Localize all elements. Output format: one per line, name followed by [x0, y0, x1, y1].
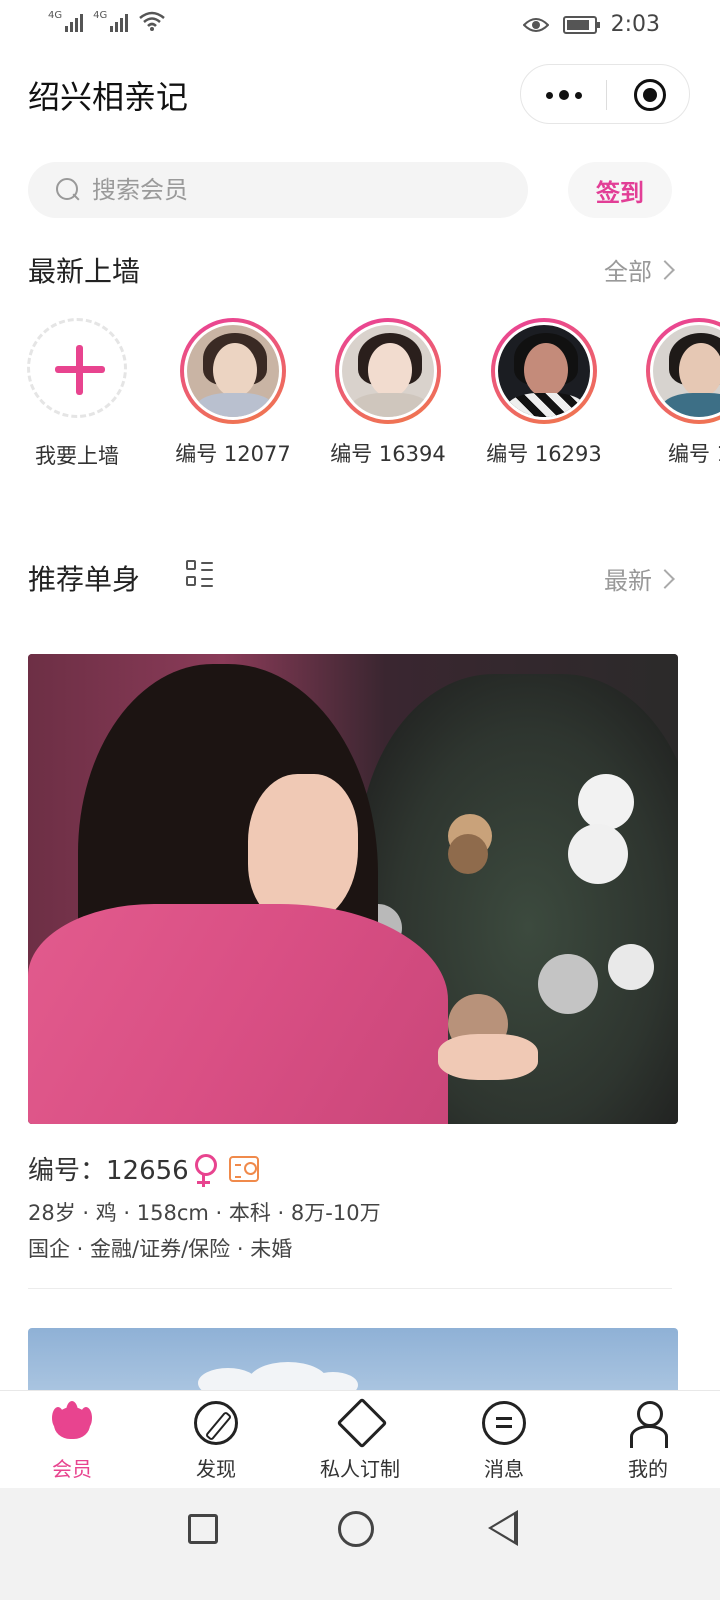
wifi-icon	[139, 11, 166, 31]
dot-icon	[558, 90, 569, 100]
search-input[interactable]	[92, 176, 472, 204]
wall-avatar-item[interactable]: 编号 16293	[474, 318, 614, 468]
recommend-title: 推荐单身	[28, 563, 141, 596]
member-photo[interactable]	[28, 654, 678, 1124]
dot-icon	[574, 91, 582, 99]
avatar	[491, 318, 597, 424]
signal-label-2: 4G	[93, 10, 108, 21]
tab-label: 消息	[484, 1457, 524, 1481]
divider	[28, 1288, 672, 1289]
signal-icon: 4G	[48, 10, 84, 32]
system-nav-bar	[0, 1488, 720, 1600]
mini-program-capsule	[520, 64, 690, 124]
page-title: 绍兴相亲记	[28, 78, 189, 116]
search-icon	[56, 178, 80, 202]
chat-icon	[482, 1401, 526, 1445]
next-member-photo[interactable]	[28, 1328, 678, 1390]
member-details-2: 国企 · 金融/证券/保险 · 未婚	[28, 1237, 293, 1261]
user-icon	[626, 1401, 670, 1448]
view-all-label: 全部	[604, 258, 652, 286]
signal-label: 4G	[48, 10, 63, 21]
status-bar: 4G 4G 2:03	[0, 0, 720, 48]
tab-members[interactable]: 会员	[0, 1391, 144, 1488]
checkin-button[interactable]: 签到	[568, 162, 672, 218]
female-icon	[194, 1153, 217, 1187]
signal-icon-2: 4G	[93, 10, 129, 32]
chevron-right-icon	[655, 259, 675, 280]
member-number-row: 编号：12656	[28, 1150, 259, 1187]
chevron-right-icon	[655, 568, 675, 589]
header: 绍兴相亲记	[0, 56, 720, 132]
tab-label: 我的	[628, 1457, 668, 1481]
clock: 2:03	[610, 12, 660, 37]
member-number: 编号：12656	[28, 1156, 189, 1186]
search-bar[interactable]	[28, 162, 528, 218]
bottom-tab-bar: 会员 发现 私人订制 消息 我的	[0, 1390, 720, 1488]
wall-avatar-label: 编号 16394	[330, 442, 446, 466]
capsule-divider	[606, 80, 607, 110]
battery-icon	[562, 15, 600, 34]
wall-avatar-item[interactable]: 编号 16394	[318, 318, 458, 468]
view-all-link[interactable]: 全部	[604, 252, 675, 287]
add-to-wall-item[interactable]: 我要上墙	[7, 318, 147, 470]
close-target-button[interactable]	[634, 79, 666, 111]
member-details-1: 28岁 · 鸡 · 158cm · 本科 · 8万-10万	[28, 1201, 381, 1225]
wall-avatar-label: 编号 1	[667, 442, 720, 466]
back-button[interactable]	[488, 1510, 518, 1546]
tab-messages[interactable]: 消息	[432, 1391, 576, 1488]
dot-icon	[545, 91, 553, 99]
latest-wall-title: 最新上墙	[28, 255, 141, 288]
wall-avatar-label: 编号 12077	[175, 442, 291, 466]
avatar	[180, 318, 286, 424]
more-menu-button[interactable]	[521, 65, 606, 125]
sort-label: 最新	[604, 567, 652, 595]
tab-label: 私人订制	[320, 1457, 400, 1481]
lotus-icon	[50, 1401, 94, 1445]
avatar	[646, 318, 720, 424]
sort-newest-link[interactable]: 最新	[604, 561, 675, 596]
diamond-icon	[338, 1401, 382, 1445]
id-verified-icon	[228, 1155, 259, 1182]
wall-avatar-item[interactable]: 编号 12077	[163, 318, 303, 468]
tab-label: 发现	[196, 1457, 236, 1481]
tab-profile[interactable]: 我的	[576, 1391, 720, 1488]
recents-button[interactable]	[188, 1514, 218, 1544]
tab-custom[interactable]: 私人订制	[288, 1391, 432, 1488]
eye-icon	[522, 17, 549, 32]
list-view-icon[interactable]	[186, 560, 214, 588]
wall-avatar-item[interactable]: 编号 1	[629, 318, 720, 468]
latest-wall-list: 我要上墙 编号 12077 编号 16394 编号 16293 编号	[0, 318, 720, 478]
avatar	[335, 318, 441, 424]
tab-label: 会员	[52, 1457, 92, 1481]
tab-discover[interactable]: 发现	[144, 1391, 288, 1488]
add-to-wall-label: 我要上墙	[35, 444, 119, 468]
plus-icon	[27, 318, 127, 418]
wall-avatar-label: 编号 16293	[486, 442, 602, 466]
home-button[interactable]	[338, 1511, 374, 1547]
compass-icon	[194, 1401, 238, 1445]
